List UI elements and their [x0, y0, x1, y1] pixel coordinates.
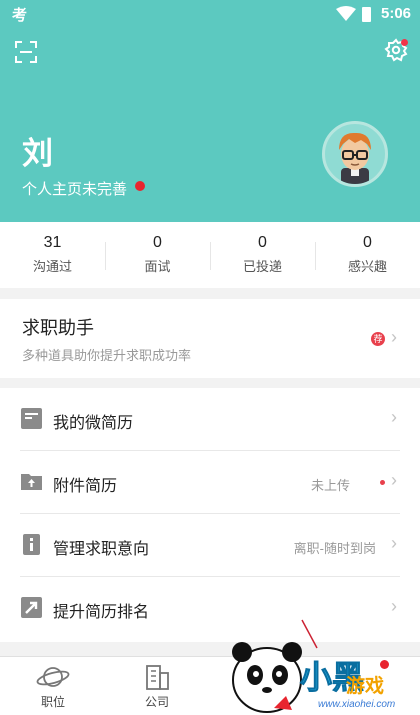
stat-contacted[interactable]: 31 沟通过 [0, 232, 105, 278]
planet-icon [36, 667, 70, 687]
stat-value: 0 [153, 234, 162, 251]
recommend-badge: 荐 [371, 332, 385, 346]
assistant-subtitle: 多种道具助你提升求职成功率 [22, 348, 192, 363]
attachment-notification-dot [380, 480, 385, 485]
menu-item-micro-resume[interactable]: 我的微简历 › [0, 388, 420, 451]
stat-applied[interactable]: 0 已投递 [210, 232, 315, 278]
battery-icon [362, 7, 371, 22]
scan-icon[interactable] [14, 40, 38, 64]
info-icon [23, 534, 40, 555]
chevron-right-icon: › [391, 407, 397, 427]
menu-item-job-intention[interactable]: 管理求职意向 离职-随时到岗 › [0, 514, 420, 577]
chevron-right-icon: › [391, 470, 397, 490]
menu-item-label: 附件简历 [53, 478, 118, 495]
stat-value: 0 [363, 234, 372, 251]
user-name[interactable]: 刘 [22, 128, 53, 173]
menu-item-value: 未上传 [310, 478, 350, 493]
menu-item-label: 我的微简历 [53, 415, 134, 432]
folder-upload-icon [21, 474, 42, 490]
menu-item-attachment-resume[interactable]: 附件简历 未上传 › [0, 451, 420, 514]
stat-interested[interactable]: 0 感兴趣 [315, 232, 420, 278]
app-notification-icon: 考 [12, 7, 28, 24]
watermark-subtext: 游戏 [346, 676, 385, 697]
watermark-url: www.xiaohei.com [318, 699, 396, 710]
stat-interview[interactable]: 0 面试 [105, 232, 210, 278]
nav-tab-jobs[interactable]: 职位 [18, 663, 88, 710]
profile-menu-list: 我的微简历 › 附件简历 未上传 › 管理求职意向 离职-随时到岗 › 提升简历… [0, 388, 420, 642]
stat-label: 沟通过 [32, 259, 72, 274]
status-bar: 考 5:06 [0, 0, 420, 28]
chevron-right-icon: › [391, 596, 397, 616]
chevron-right-icon: › [391, 533, 397, 553]
settings-notification-dot [401, 39, 408, 46]
nav-tab-label: 职位 [40, 695, 65, 709]
stat-label: 已投递 [242, 259, 282, 274]
job-assistant-card[interactable]: 求职助手 多种道具助你提升求职成功率 荐 › [0, 299, 420, 378]
building-icon [146, 665, 169, 690]
menu-item-label: 提升简历排名 [53, 604, 150, 621]
profile-incomplete-dot [135, 181, 145, 191]
nav-tab-label: 公司 [144, 695, 169, 709]
stat-label: 面试 [144, 259, 171, 274]
nav-tab-companies[interactable]: 公司 [122, 663, 192, 710]
arrow-up-icon [21, 597, 42, 618]
wifi-icon [336, 6, 356, 21]
assistant-title: 求职助手 [22, 318, 94, 338]
menu-item-value: 离职-随时到岗 [293, 541, 376, 556]
menu-item-label: 管理求职意向 [53, 541, 150, 558]
chevron-right-icon: › [391, 327, 397, 347]
stat-value: 31 [43, 234, 62, 251]
stats-bar: 31 沟通过 0 面试 0 已投递 0 感兴趣 [0, 222, 420, 288]
avatar-cartoon-icon [339, 132, 371, 184]
stat-label: 感兴趣 [347, 259, 387, 274]
profile-header: 考 5:06 刘 个人主页未完善 [0, 0, 420, 222]
avatar[interactable] [322, 121, 388, 187]
status-time: 5:06 [381, 5, 412, 22]
stat-value: 0 [258, 234, 267, 251]
watermark-dot [380, 660, 389, 669]
document-icon [21, 408, 42, 429]
profile-incomplete-hint[interactable]: 个人主页未完善 [22, 178, 127, 199]
